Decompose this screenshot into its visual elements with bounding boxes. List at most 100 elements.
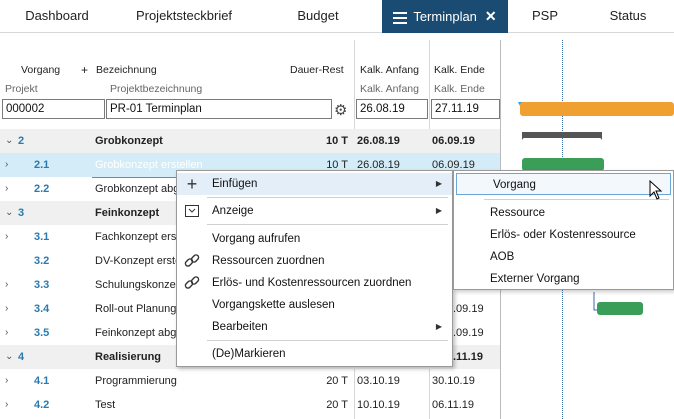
tab-dashboard[interactable]: Dashboard — [0, 0, 114, 33]
menu-item-anzeige[interactable]: Anzeige ▶ — [177, 200, 452, 222]
task-number: 3.3 — [34, 279, 50, 291]
task-name[interactable]: Feinkonzept abg — [95, 321, 176, 345]
task-number: 4.2 — [34, 399, 50, 411]
plus-icon: + — [186, 174, 198, 194]
task-name[interactable]: Roll-out Planung — [95, 297, 176, 321]
task-number: 4.1 — [34, 375, 50, 387]
gear-icon[interactable]: ⚙ — [334, 101, 347, 119]
tab-projektsteckbrief[interactable]: Projektsteckbrief — [114, 0, 254, 33]
chevron-right-icon[interactable]: › — [5, 297, 8, 321]
table-row[interactable]: › 4.1 Programmierung 20 T 03.10.19 30.10.19 — [0, 369, 500, 393]
task-name[interactable]: Realisierung — [95, 345, 161, 369]
menu-item-einfuegen[interactable]: + Einfügen ▶ — [177, 173, 452, 195]
task-start: 26.08.19 — [357, 135, 400, 147]
submenu-item-externer-vorgang[interactable]: Externer Vorgang — [454, 268, 673, 290]
chevron-right-icon[interactable]: › — [5, 393, 8, 417]
project-name-field[interactable]: PR-01 Terminplan — [106, 99, 332, 119]
context-menu: + Einfügen ▶ Anzeige ▶ Vorgang aufrufen … — [176, 170, 453, 367]
task-end: .09.19 — [453, 327, 484, 339]
task-duration: 20 T — [326, 399, 348, 411]
menu-separator — [207, 224, 448, 225]
group-row[interactable]: ⌄ 2 Grobkonzept 10 T 26.08.19 06.09.19 — [0, 129, 500, 153]
dropdown-box-icon — [183, 200, 201, 224]
task-number: 2 — [18, 135, 25, 147]
table-row[interactable]: › 4.2 Test 20 T 10.10.19 06.11.19 — [0, 393, 500, 417]
task-duration: 10 T — [325, 135, 348, 147]
project-end-field[interactable]: 27.11.19 — [431, 99, 500, 119]
project-id-field[interactable]: 000002 — [2, 99, 105, 119]
chevron-down-icon[interactable]: ⌄ — [5, 129, 13, 153]
chevron-right-icon[interactable]: › — [5, 321, 8, 345]
chevron-right-icon: ▶ — [435, 322, 442, 331]
task-start: 03.10.19 — [357, 375, 400, 387]
chevron-right-icon[interactable]: › — [5, 225, 8, 249]
task-name[interactable]: Grobkonzept — [95, 129, 163, 153]
task-name[interactable]: Programmierung — [95, 369, 177, 393]
chevron-right-icon[interactable]: › — [5, 177, 8, 201]
tab-terminplan-label: Terminplan — [413, 9, 477, 24]
task-number: 3.2 — [34, 255, 50, 267]
project-start-field[interactable]: 26.08.19 — [356, 99, 428, 119]
task-end: 30.10.19 — [432, 375, 475, 387]
task-bar-3-4 — [597, 302, 643, 315]
header-projektbezeichnung: Projektbezeichnung — [110, 83, 203, 95]
chevron-right-icon[interactable]: › — [5, 153, 8, 177]
menu-item-ressourcen-zuordnen[interactable]: Ressourcen zuordnen — [177, 250, 452, 272]
menu-item-demarkieren[interactable]: (De)Markieren — [177, 343, 452, 365]
submenu-item-ressource[interactable]: Ressource — [454, 202, 673, 224]
submenu-item-vorgang[interactable]: Vorgang — [456, 173, 671, 195]
hamburger-icon[interactable] — [393, 9, 408, 27]
task-name[interactable]: Fachkonzept ers — [95, 225, 176, 249]
menu-item-erloes-kostenressourcen[interactable]: Erlös- und Kostenressourcen zuordnen — [177, 272, 452, 294]
task-duration: 20 T — [326, 375, 348, 387]
project-bar — [520, 102, 674, 116]
task-end: 06.11.19 — [432, 399, 475, 411]
header-dauer-rest[interactable]: Dauer-Rest — [290, 64, 344, 76]
header-projekt: Projekt — [5, 83, 38, 95]
task-name[interactable]: DV-Konzept erste — [95, 249, 181, 273]
header-kalk-anfang-2: Kalk. Anfang — [360, 83, 419, 95]
header-kalk-ende-2: Kalk. Ende — [434, 83, 485, 95]
task-name[interactable]: Schulungskonze — [95, 273, 176, 297]
task-name[interactable]: Feinkonzept — [95, 201, 159, 225]
submenu-item-aob[interactable]: AOB — [454, 246, 673, 268]
chevron-right-icon: ▶ — [435, 206, 442, 215]
menu-separator — [207, 340, 448, 341]
header-vorgang[interactable]: Vorgang — [21, 64, 60, 76]
tab-terminplan[interactable]: Terminplan ✕ — [382, 0, 508, 33]
submenu-einfuegen: Vorgang Ressource Erlös- oder Kostenress… — [453, 170, 674, 290]
menu-item-bearbeiten[interactable]: Bearbeiten ▶ — [177, 316, 452, 338]
task-number: 2.1 — [34, 159, 50, 171]
header-kalk-anfang[interactable]: Kalk. Anfang — [360, 64, 419, 76]
header-kalk-ende[interactable]: Kalk. Ende — [434, 64, 485, 76]
tab-status[interactable]: Status — [582, 0, 674, 33]
task-end: .09.19 — [453, 303, 484, 315]
task-name[interactable]: Grobkonzept abg — [95, 177, 179, 201]
tab-bar: Dashboard Projektsteckbrief Budget Termi… — [0, 0, 674, 33]
menu-item-vorgangskette[interactable]: Vorgangskette auslesen — [177, 294, 452, 316]
chevron-right-icon[interactable]: › — [5, 369, 8, 393]
task-start: 10.10.19 — [357, 399, 400, 411]
header-bezeichnung[interactable]: Bezeichnung — [96, 64, 157, 76]
tab-budget[interactable]: Budget — [254, 0, 382, 33]
task-number: 4 — [18, 351, 25, 363]
menu-separator — [207, 197, 448, 198]
add-icon[interactable]: + — [81, 63, 88, 77]
menu-item-vorgang-aufrufen[interactable]: Vorgang aufrufen — [177, 228, 452, 250]
task-number: 3 — [18, 207, 25, 219]
task-name[interactable]: Test — [95, 393, 115, 417]
tab-psp[interactable]: PSP — [508, 0, 582, 33]
chevron-down-icon[interactable]: ⌄ — [5, 345, 13, 369]
task-end: .11.19 — [453, 351, 483, 363]
task-number: 2.2 — [34, 183, 50, 195]
chevron-right-icon: ▶ — [435, 179, 442, 188]
mouse-cursor-icon — [649, 180, 663, 200]
chevron-down-icon[interactable]: ⌄ — [5, 201, 13, 225]
task-number: 3.5 — [34, 327, 50, 339]
task-end: 06.09.19 — [432, 135, 475, 147]
submenu-item-erloes-kostenressource[interactable]: Erlös- oder Kostenressource — [454, 224, 673, 246]
chevron-right-icon[interactable]: › — [5, 273, 8, 297]
close-icon[interactable]: ✕ — [485, 8, 497, 24]
menu-separator — [484, 199, 669, 200]
task-number: 3.4 — [34, 303, 50, 315]
